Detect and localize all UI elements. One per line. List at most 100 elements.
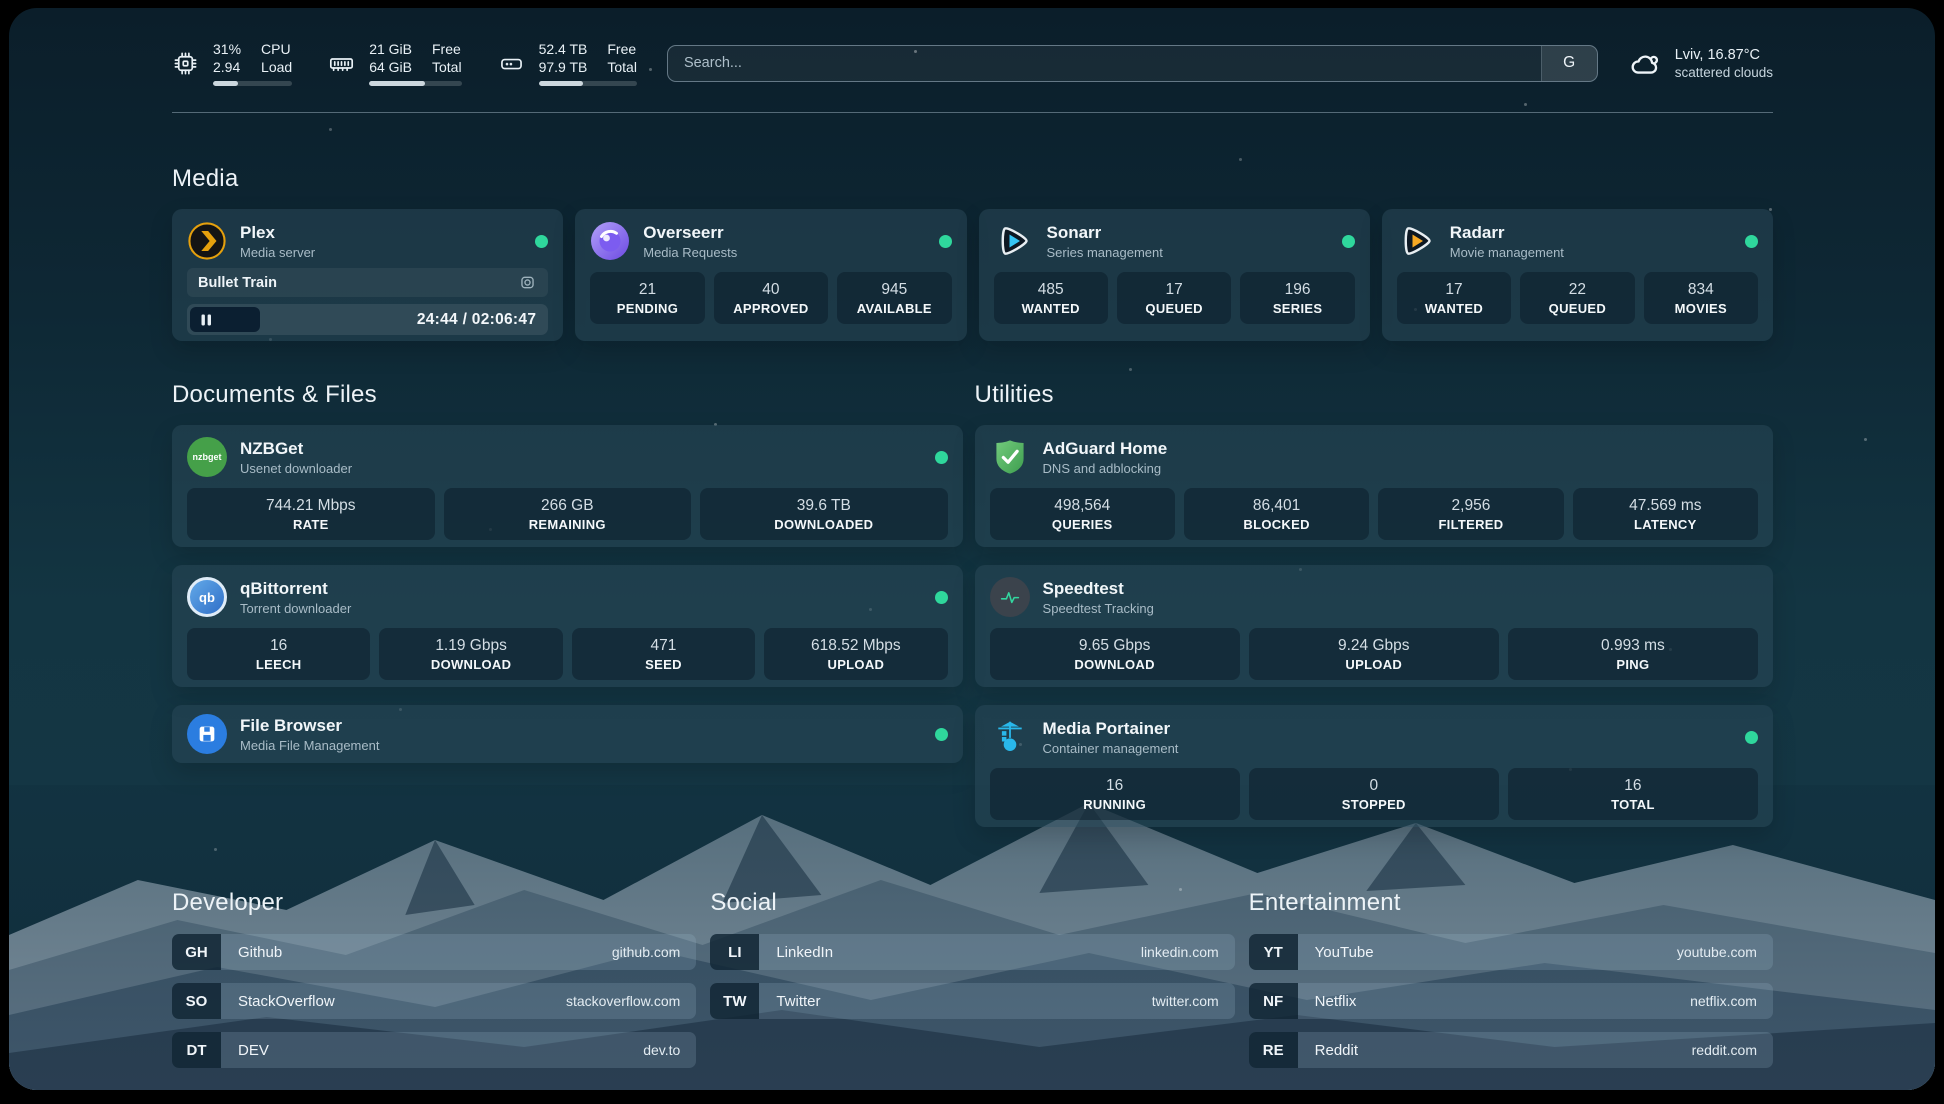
status-dot [1745,731,1758,744]
link-badge: TW [710,983,759,1019]
disk-free-value: 52.4 TB [539,40,588,58]
playback-progress-bar[interactable]: 24:44 / 02:06:47 [187,304,548,335]
stat-box: 471SEED [572,628,755,680]
link-name: YouTube [1298,934,1677,970]
portainer-icon [990,717,1030,757]
stat-box: 47.569 msLATENCY [1573,488,1758,540]
link-badge: YT [1249,934,1298,970]
stat-value: 16 [1106,777,1123,795]
status-dot [935,728,948,741]
search-input[interactable] [668,46,1541,81]
speedtest-card[interactable]: Speedtest Speedtest Tracking 9.65 GbpsDO… [975,565,1773,687]
qbittorrent-icon: qb [187,577,227,617]
link-name: LinkedIn [759,934,1141,970]
cpu-progress-bar [213,81,292,86]
stat-value: 485 [1038,281,1064,299]
disk-progress-bar [539,81,637,86]
stat-value: 9.65 Gbps [1079,637,1151,655]
stat-value: 196 [1285,281,1311,299]
adguard-icon [990,437,1030,477]
sonarr-icon [994,221,1034,261]
plex-card[interactable]: Plex Media server Bullet Train [172,209,563,341]
stat-label: LATENCY [1634,517,1697,532]
stat-value: 498,564 [1054,497,1110,515]
link-name: Twitter [759,983,1151,1019]
qbittorrent-card[interactable]: qb qBittorrent Torrent downloader 16LEEC… [172,565,963,687]
nzbget-card[interactable]: nzbget NZBGet Usenet downloader 744.21 M… [172,425,963,547]
app-name: AdGuard Home [1043,438,1168,459]
stat-label: DOWNLOADED [774,517,873,532]
link-twitter[interactable]: TW Twitter twitter.com [710,983,1234,1019]
filebrowser-card[interactable]: File Browser Media File Management [172,705,963,763]
status-dot [935,451,948,464]
app-subtitle: Container management [1043,741,1179,756]
stat-box: 498,564QUERIES [990,488,1175,540]
nzbget-icon-text: nzbget [193,452,222,462]
stat-value: 618.52 Mbps [811,637,901,655]
link-youtube[interactable]: YT YouTube youtube.com [1249,934,1773,970]
stat-value: 834 [1688,281,1714,299]
stat-box: 40APPROVED [714,272,828,324]
memory-total-label: Total [432,58,462,76]
link-reddit[interactable]: RE Reddit reddit.com [1249,1032,1773,1068]
section-title-social: Social [710,889,1234,917]
adguard-card[interactable]: AdGuard Home DNS and adblocking 498,564Q… [975,425,1773,547]
stat-value: 945 [881,281,907,299]
link-netflix[interactable]: NF Netflix netflix.com [1249,983,1773,1019]
link-github[interactable]: GH Github github.com [172,934,696,970]
section-media: Media Plex Media server [172,165,1773,341]
now-playing-title: Bullet Train [198,275,277,291]
memory-progress-bar [369,81,461,86]
radarr-icon [1397,221,1437,261]
sonarr-card[interactable]: Sonarr Series management 485WANTED 17QUE… [979,209,1370,341]
ram-icon [328,50,355,77]
app-subtitle: DNS and adblocking [1043,461,1168,476]
memory-total-value: 64 GiB [369,58,412,76]
app-name: Plex [240,222,315,243]
stat-label: SEED [645,657,682,672]
status-dot [535,235,548,248]
radarr-card[interactable]: Radarr Movie management 17WANTED 22QUEUE… [1382,209,1773,341]
link-badge: RE [1249,1032,1298,1068]
stat-box: 485WANTED [994,272,1108,324]
stat-value: 22 [1569,281,1586,299]
portainer-card[interactable]: Media Portainer Container management 16R… [975,705,1773,827]
cpu-usage-label: CPU [261,40,292,58]
status-dot [935,591,948,604]
link-badge: DT [172,1032,221,1068]
disk-drive-icon [498,50,525,77]
playback-time: 24:44 / 02:06:47 [417,304,536,335]
link-badge: SO [172,983,221,1019]
stat-value: 86,401 [1253,497,1300,515]
section-documents: Documents & Files nzbget NZBGet Usenet d… [172,381,963,827]
stat-label: APPROVED [733,301,808,316]
link-linkedin[interactable]: LI LinkedIn linkedin.com [710,934,1234,970]
link-url: youtube.com [1677,934,1773,970]
stat-box: 0STOPPED [1249,768,1499,820]
app-name: Speedtest [1043,578,1154,599]
weather-condition: scattered clouds [1675,65,1773,80]
stat-box: 21PENDING [590,272,704,324]
weather-widget: Lviv, 16.87°C scattered clouds [1628,47,1773,80]
stat-label: RATE [293,517,329,532]
stat-label: REMAINING [529,517,606,532]
overseerr-card[interactable]: Overseerr Media Requests 21PENDING 40APP… [575,209,966,341]
pause-icon[interactable] [201,314,212,326]
link-stackoverflow[interactable]: SO StackOverflow stackoverflow.com [172,983,696,1019]
memory-free-label: Free [432,40,462,58]
memory-widget: 21 GiB 64 GiB Free Total [328,40,461,86]
stat-label: AVAILABLE [857,301,932,316]
status-dot [939,235,952,248]
link-name: Netflix [1298,983,1690,1019]
app-subtitle: Speedtest Tracking [1043,601,1154,616]
stat-label: RUNNING [1083,797,1146,812]
search-engine-button[interactable]: G [1541,46,1597,81]
link-badge: NF [1249,983,1298,1019]
stat-value: 0 [1369,777,1378,795]
overseerr-icon [590,221,630,261]
memory-free-value: 21 GiB [369,40,412,58]
app-subtitle: Media File Management [240,738,379,753]
link-dev[interactable]: DT DEV dev.to [172,1032,696,1068]
cloud-icon [1628,48,1662,78]
playback-progress-fill [190,307,260,332]
